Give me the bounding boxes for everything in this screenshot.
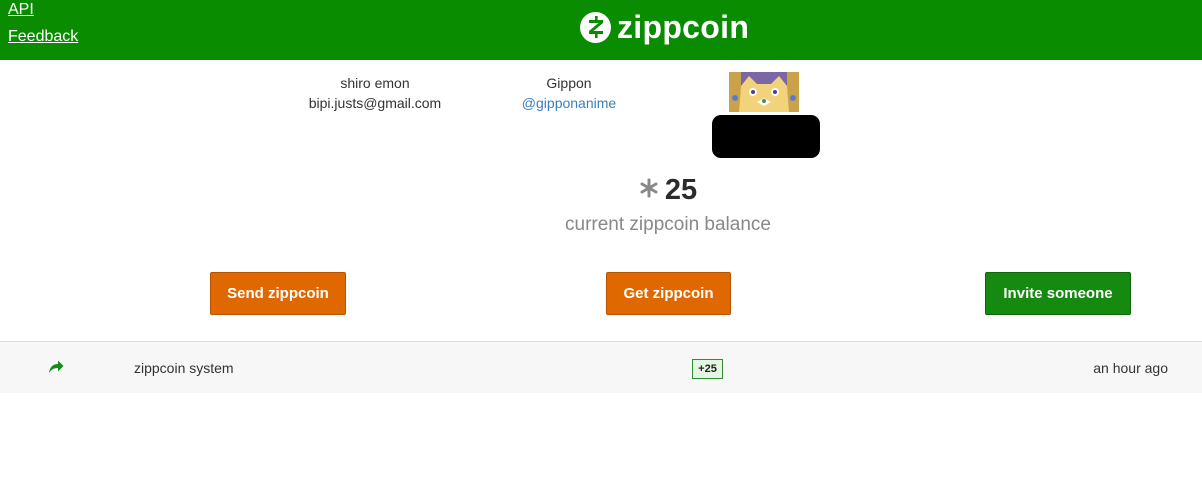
- transaction-amount-badge: +25: [692, 359, 723, 379]
- transaction-sender: zippcoin system: [134, 360, 234, 376]
- api-link[interactable]: API: [8, 1, 34, 19]
- balance-label: current zippcoin balance: [565, 214, 771, 235]
- linked-profile-info: Gippon @gipponanime: [494, 73, 644, 113]
- zippcoin-logo-icon: [580, 11, 611, 43]
- balance-amount: 25: [664, 173, 698, 206]
- zippcoin-logo[interactable]: zippcoin: [580, 10, 749, 44]
- top-header-bar: API Feedback zippcoin: [0, 0, 1202, 60]
- invite-someone-button[interactable]: Invite someone: [985, 272, 1131, 315]
- display-name: Gippon: [546, 75, 592, 91]
- get-zippcoin-button[interactable]: Get zippcoin: [606, 272, 731, 315]
- transaction-timestamp: an hour ago: [1093, 360, 1168, 376]
- user-name: shiro emon: [340, 75, 410, 91]
- user-email: bipi.justs@gmail.com: [308, 95, 442, 111]
- twitter-handle-link[interactable]: @gipponanime: [522, 95, 616, 111]
- send-zippcoin-button[interactable]: Send zippcoin: [210, 272, 346, 315]
- transaction-row[interactable]: zippcoin system +25 an hour ago: [0, 342, 1202, 393]
- logo-text: zippcoin: [617, 9, 750, 45]
- redacted-area: [712, 115, 820, 158]
- zippcoin-symbol-icon: [639, 178, 659, 203]
- share-arrow-icon: [48, 360, 64, 374]
- avatar[interactable]: [729, 72, 799, 112]
- feedback-link[interactable]: Feedback: [8, 28, 78, 46]
- balance-panel: 25 current zippcoin balance: [560, 170, 776, 236]
- user-account-info: shiro emon bipi.justs@gmail.com: [300, 73, 450, 113]
